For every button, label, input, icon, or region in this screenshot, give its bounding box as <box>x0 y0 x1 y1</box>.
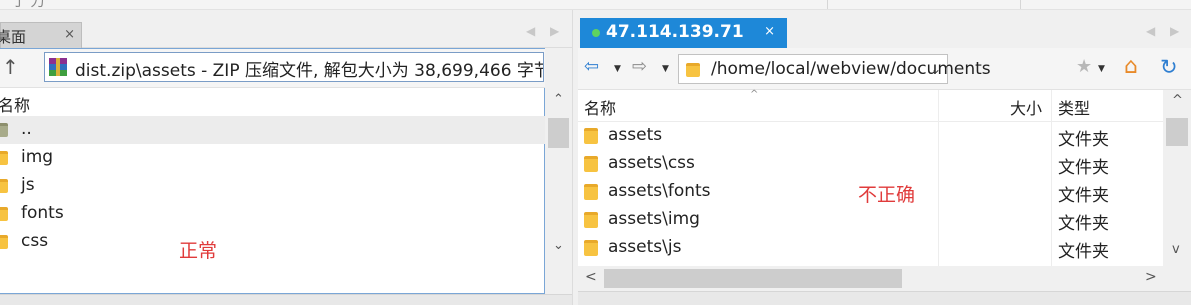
table-row[interactable]: assets\css 文件夹 <box>578 150 1163 178</box>
back-history-caret-icon[interactable]: ▼ <box>614 64 621 74</box>
close-icon[interactable]: × <box>764 24 775 39</box>
column-header-name-label: 名称 <box>0 96 31 115</box>
tab-scroll-left-icon[interactable]: ◀ <box>1146 24 1155 38</box>
folder-icon <box>584 240 598 256</box>
tab-scroll-right-icon[interactable]: ▶ <box>1170 24 1179 38</box>
left-tab-bar: 桌面 × ◀ ▶ <box>0 10 572 48</box>
row-name: assets\css <box>608 153 695 173</box>
folder-icon <box>584 156 598 172</box>
up-arrow-icon[interactable]: ↑ <box>2 55 19 79</box>
row-type: 文件夹 <box>1058 214 1109 234</box>
list-item-label: img <box>21 147 54 167</box>
table-row[interactable]: assets\img 文件夹 <box>578 206 1163 234</box>
table-row[interactable]: assets\js 文件夹 <box>578 234 1163 262</box>
right-bottom-bar <box>578 291 1191 305</box>
archive-path-field[interactable]: dist.zip\assets - ZIP 压缩文件, 解包大小为 38,699… <box>44 52 544 82</box>
folder-icon <box>0 151 8 165</box>
left-vertical-scrollbar[interactable]: ⌃ ⌄ <box>545 88 572 268</box>
archive-path-text: dist.zip\assets - ZIP 压缩文件, 解包大小为 38,699… <box>75 61 544 81</box>
folder-icon <box>686 63 700 77</box>
refresh-icon[interactable]: ↻ <box>1160 55 1178 79</box>
row-name: assets\img <box>608 209 700 229</box>
sort-ascending-icon: ^ <box>750 89 759 100</box>
column-header-name[interactable]: 名称 <box>0 90 545 116</box>
scroll-down-icon[interactable]: v <box>1172 242 1180 257</box>
remote-toolbar: ⇦ ▼ ⇨ ▼ /home/local/webview/documents ⌄ … <box>578 48 1191 90</box>
column-header-size[interactable]: 大小 <box>1010 95 1042 119</box>
annotation-normal: 正常 <box>179 240 218 262</box>
tab-desktop-label: 桌面 <box>0 28 27 46</box>
forward-history-caret-icon[interactable]: ▼ <box>662 64 669 74</box>
folder-icon <box>0 179 8 193</box>
scroll-left-icon[interactable]: < <box>585 269 597 285</box>
app-window: 丁 刀 桌面 × ◀ ▶ ↑ dist.zip\assets - ZIP 压缩文… <box>0 0 1191 305</box>
tab-remote-server[interactable]: 47.114.139.71 × <box>580 18 787 48</box>
forward-arrow-icon[interactable]: ⇨ <box>632 56 647 77</box>
scroll-up-icon[interactable]: ^ <box>1172 93 1183 108</box>
top-strip: 丁 刀 <box>0 0 1191 10</box>
archive-file-list: .. img js fonts css 正常 <box>0 116 545 291</box>
row-type: 文件夹 <box>1058 130 1109 150</box>
tab-desktop[interactable]: 桌面 × <box>0 22 82 48</box>
scrollbar-thumb[interactable] <box>1166 118 1188 146</box>
row-name: assets <box>608 125 663 145</box>
home-folder-icon[interactable]: ⌂ <box>1124 54 1138 79</box>
folder-icon <box>0 207 8 221</box>
chevron-down-icon[interactable]: ⌄ <box>931 62 941 76</box>
bookmark-caret-icon[interactable]: ▼ <box>1098 64 1105 74</box>
top-separator <box>1020 0 1021 9</box>
folder-icon <box>584 128 598 144</box>
scrollbar-thumb[interactable] <box>604 269 902 288</box>
top-partial-title: 丁 刀 <box>12 0 45 10</box>
table-row[interactable]: assets 文件夹 <box>578 122 1163 150</box>
parent-folder-icon <box>0 123 8 137</box>
list-item[interactable]: css <box>0 228 545 256</box>
close-icon[interactable]: × <box>64 27 75 42</box>
column-header-type[interactable]: 类型 <box>1058 95 1090 119</box>
folder-icon <box>584 184 598 200</box>
list-item[interactable]: img <box>0 144 545 172</box>
scroll-down-icon[interactable]: ⌄ <box>553 238 564 253</box>
folder-icon <box>0 235 8 249</box>
right-tab-bar: 47.114.139.71 × ◀ ▶ <box>578 10 1191 48</box>
tab-scroll-left-icon[interactable]: ◀ <box>526 24 535 38</box>
row-name: assets\js <box>608 237 682 257</box>
remote-path-text: /home/local/webview/documents <box>711 59 991 79</box>
table-header: ^ 名称 大小 类型 <box>578 89 1163 122</box>
row-type: 文件夹 <box>1058 158 1109 178</box>
scroll-up-icon[interactable]: ⌃ <box>553 92 564 107</box>
bookmark-star-icon[interactable]: ★ <box>1076 56 1092 77</box>
remote-path-input[interactable]: /home/local/webview/documents ⌄ <box>678 54 991 84</box>
zip-archive-icon <box>49 58 67 76</box>
list-item-label: fonts <box>21 203 64 223</box>
list-item-label: css <box>21 231 49 251</box>
connected-status-icon <box>592 29 600 37</box>
folder-icon <box>584 212 598 228</box>
annotation-incorrect: 不正确 <box>858 184 916 206</box>
tab-remote-server-label: 47.114.139.71 <box>606 22 744 42</box>
remote-file-table: ^ 名称 大小 类型 assets 文件夹 assets\css 文件夹 ass… <box>578 89 1163 266</box>
right-vertical-scrollbar[interactable]: ^ v <box>1163 90 1191 266</box>
row-type: 文件夹 <box>1058 242 1109 262</box>
list-item[interactable]: fonts <box>0 200 545 228</box>
left-bottom-bar <box>0 294 572 305</box>
top-separator <box>827 0 828 9</box>
archive-window: ↑ dist.zip\assets - ZIP 压缩文件, 解包大小为 38,6… <box>0 48 545 294</box>
back-arrow-icon[interactable]: ⇦ <box>584 56 599 77</box>
tab-scroll-right-icon[interactable]: ▶ <box>550 24 559 38</box>
row-name: assets\fonts <box>608 181 711 201</box>
list-item-label: .. <box>21 119 32 139</box>
column-header-name[interactable]: 名称 <box>584 95 616 119</box>
scroll-right-icon[interactable]: > <box>1145 269 1157 285</box>
scrollbar-thumb[interactable] <box>548 118 569 148</box>
list-item[interactable]: .. <box>0 116 545 144</box>
row-type: 文件夹 <box>1058 186 1109 206</box>
list-item-label: js <box>21 175 35 195</box>
right-horizontal-scrollbar[interactable]: < > <box>578 266 1191 291</box>
archive-toolbar: ↑ dist.zip\assets - ZIP 压缩文件, 解包大小为 38,6… <box>0 49 545 88</box>
list-item[interactable]: js <box>0 172 545 200</box>
